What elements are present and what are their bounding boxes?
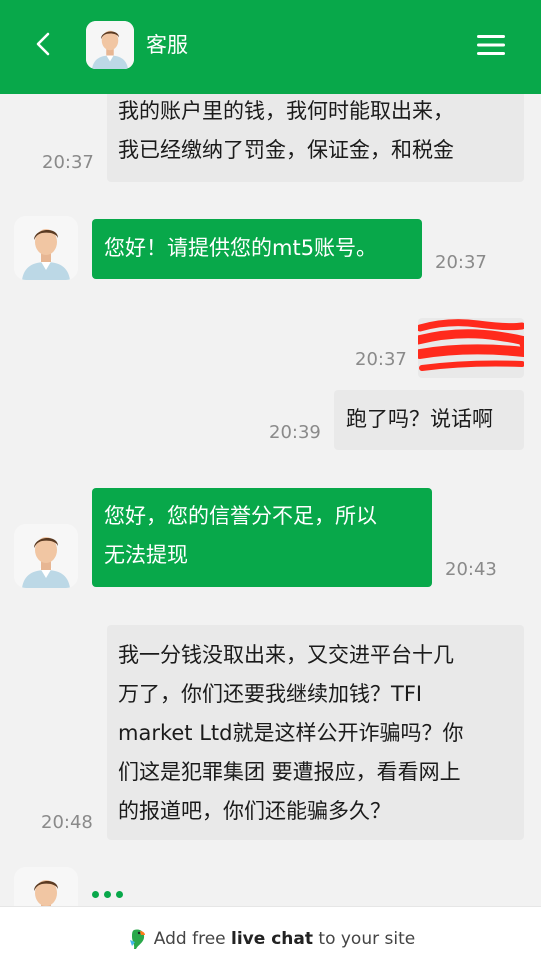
redacted-message	[418, 318, 524, 378]
menu-button[interactable]	[471, 28, 511, 62]
hamburger-menu-icon	[477, 35, 505, 55]
person-avatar-icon	[86, 21, 134, 69]
message-list[interactable]: 我的账户里的钱，我何时能取出来， 我已经缴纳了罚金，保证金，和税金 20:37 您…	[0, 94, 541, 906]
chat-header: 客服	[0, 0, 541, 94]
footer-text-prefix: Add free	[153, 929, 232, 949]
message-time: 20:48	[41, 812, 93, 833]
visitor-message: 跑了吗？说话啊	[334, 390, 524, 450]
typing-indicator	[92, 891, 123, 898]
visitor-message: 我一分钱没取出来，又交进平台十几 万了，你们还要我继续加钱？TFI market L…	[107, 625, 524, 840]
person-avatar-icon	[14, 524, 78, 588]
page-title: 客服	[146, 33, 188, 57]
back-button[interactable]	[26, 24, 62, 64]
message-time: 20:37	[42, 152, 94, 173]
typing-dot	[104, 891, 111, 898]
message-time: 20:37	[355, 349, 407, 370]
agent-avatar	[14, 867, 78, 906]
agent-avatar	[14, 216, 78, 280]
agent-message: 您好，您的信誉分不足，所以 无法提现	[92, 488, 432, 587]
agent-avatar	[14, 524, 78, 588]
redaction-scribble	[418, 319, 524, 371]
powered-by-link[interactable]: Add free live chat to your site	[0, 927, 541, 951]
footer-bar: Add free live chat to your site	[0, 906, 541, 977]
typing-dot	[116, 891, 123, 898]
message-time: 20:39	[269, 422, 321, 443]
person-avatar-icon	[14, 216, 78, 280]
agent-message: 您好！请提供您的mt5账号。	[92, 219, 422, 279]
typing-dot	[92, 891, 99, 898]
message-time: 20:37	[435, 252, 487, 273]
person-avatar-icon	[14, 867, 78, 906]
footer-text-bold: live chat	[231, 929, 313, 949]
livechat-parrot-icon	[129, 929, 145, 949]
agent-avatar	[86, 21, 134, 69]
chevron-left-icon	[36, 32, 50, 56]
visitor-message: 我的账户里的钱，我何时能取出来， 我已经缴纳了罚金，保证金，和税金	[107, 94, 524, 182]
footer-text-suffix: to your site	[313, 929, 416, 949]
message-time: 20:43	[445, 559, 497, 580]
